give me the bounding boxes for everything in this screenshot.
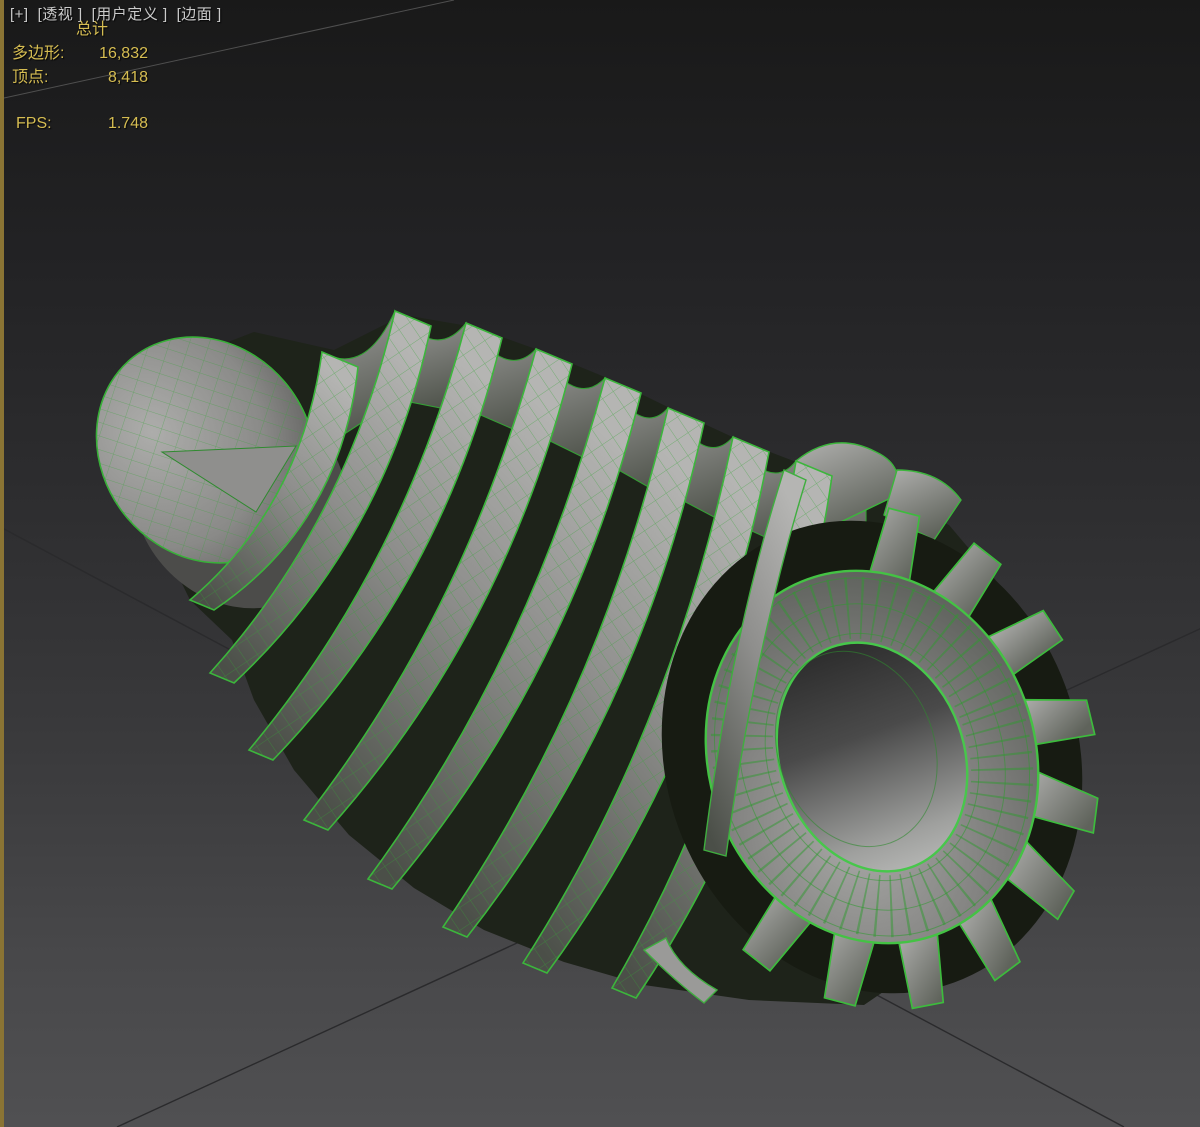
statistics-polygons-row: 多边形: 16,832	[12, 42, 148, 66]
statistics-vertices-row: 顶点: 8,418	[12, 66, 148, 90]
fps-label: FPS:	[16, 115, 52, 132]
viewport-canvas[interactable]	[4, 0, 1200, 1127]
gear-model[interactable]	[50, 292, 1166, 1067]
statistics-title: 总计	[76, 21, 109, 38]
polygons-label: 多边形:	[12, 45, 65, 62]
statistics-fps-row: FPS: 1.748	[12, 112, 148, 136]
vertices-label: 顶点:	[12, 69, 49, 86]
viewport[interactable]: [+] [透视 ] [用户定义 ] [边面 ] 总计 多边形: 16,832 顶点: …	[0, 0, 1200, 1127]
statistics-overlay: 总计 多边形: 16,832 顶点: 8,418 FPS: 1.748	[12, 18, 148, 136]
vertices-value: 8,418	[107, 69, 148, 86]
viewport-shading-menu[interactable]: [边面 ]	[177, 6, 222, 23]
fps-value: 1.748	[107, 115, 148, 132]
polygons-value: 16,832	[99, 45, 148, 62]
